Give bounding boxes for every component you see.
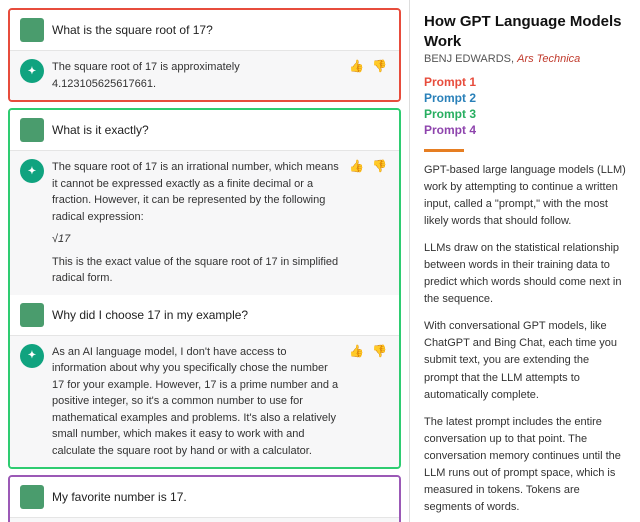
- conversation-group-2: What is it exactly? ✦ The square root of…: [8, 108, 401, 469]
- user-message-4: My favorite number is 17.: [10, 477, 399, 517]
- math-block-1: √17: [52, 231, 339, 248]
- body-para-1: GPT-based large language models (LLM) wo…: [424, 162, 626, 230]
- body-para-2: LLMs draw on the statistical relationshi…: [424, 240, 626, 308]
- thumbs-up-btn-3[interactable]: 👍: [347, 344, 366, 358]
- user-icon-4: [20, 485, 44, 509]
- section-divider: [424, 149, 464, 152]
- prompt-item-2[interactable]: Prompt 2: [424, 91, 626, 105]
- ai-message-4: ✦ That's great to hear! 17 is a prime nu…: [10, 517, 399, 522]
- conversation-group-3: My favorite number is 17. ✦ That's great…: [8, 475, 401, 522]
- byline-source[interactable]: Ars Technica: [517, 53, 580, 65]
- message-actions-3: 👍 👎: [347, 344, 389, 358]
- thumbs-up-btn-2[interactable]: 👍: [347, 159, 366, 173]
- conversation-group-1: What is the square root of 17? ✦ The squ…: [8, 8, 401, 102]
- user-icon-2: [20, 118, 44, 142]
- user-message-3: Why did I choose 17 in my example?: [10, 295, 399, 335]
- body-para-4: The latest prompt includes the entire co…: [424, 414, 626, 516]
- prompt-item-1[interactable]: Prompt 1: [424, 75, 626, 89]
- ai-message-1: ✦ The square root of 17 is approximately…: [10, 50, 399, 100]
- user-text-2: What is it exactly?: [52, 123, 389, 137]
- user-message-2: What is it exactly?: [10, 110, 399, 150]
- thumbs-down-btn-1[interactable]: 👎: [370, 59, 389, 73]
- user-icon-1: [20, 18, 44, 42]
- article-byline: BENJ EDWARDS, Ars Technica: [424, 53, 626, 65]
- user-text-4: My favorite number is 17.: [52, 490, 389, 504]
- user-message-1: What is the square root of 17?: [10, 10, 399, 50]
- ai-text-3: As an AI language model, I don't have ac…: [52, 344, 339, 460]
- article-body: GPT-based large language models (LLM) wo…: [424, 162, 626, 522]
- prompt-item-4[interactable]: Prompt 4: [424, 123, 626, 137]
- right-panel: How GPT Language Models Work BENJ EDWARD…: [410, 0, 640, 522]
- ai-text-2: The square root of 17 is an irrational n…: [52, 159, 339, 287]
- prompt-item-3[interactable]: Prompt 3: [424, 107, 626, 121]
- ai-icon-2: ✦: [20, 159, 44, 183]
- thumbs-down-btn-3[interactable]: 👎: [370, 344, 389, 358]
- ai-icon-3: ✦: [20, 344, 44, 368]
- user-icon-3: [20, 303, 44, 327]
- thumbs-up-btn-1[interactable]: 👍: [347, 59, 366, 73]
- ai-text-1: The square root of 17 is approximately 4…: [52, 59, 339, 92]
- message-actions-2: 👍 👎: [347, 159, 389, 173]
- article-title: How GPT Language Models Work: [424, 12, 626, 51]
- conversation-panel[interactable]: What is the square root of 17? ✦ The squ…: [0, 0, 410, 522]
- body-para-3: With conversational GPT models, like Cha…: [424, 318, 626, 403]
- user-text-3: Why did I choose 17 in my example?: [52, 308, 389, 322]
- ai-message-2: ✦ The square root of 17 is an irrational…: [10, 150, 399, 295]
- ai-icon-1: ✦: [20, 59, 44, 83]
- prompt-list: Prompt 1 Prompt 2 Prompt 3 Prompt 4: [424, 75, 626, 137]
- byline-author: BENJ EDWARDS,: [424, 53, 514, 65]
- user-text-1: What is the square root of 17?: [52, 23, 389, 37]
- thumbs-down-btn-2[interactable]: 👎: [370, 159, 389, 173]
- ai-message-3: ✦ As an AI language model, I don't have …: [10, 335, 399, 468]
- message-actions-1: 👍 👎: [347, 59, 389, 73]
